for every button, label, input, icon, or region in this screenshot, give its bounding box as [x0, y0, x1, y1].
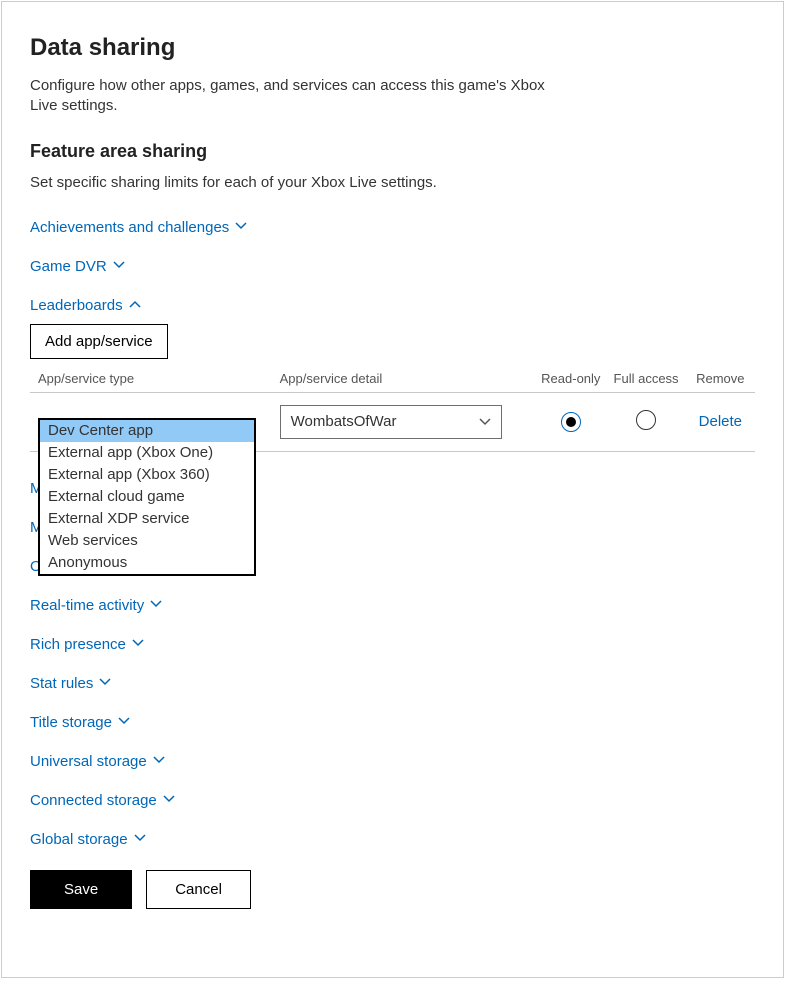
add-app-service-button[interactable]: Add app/service: [30, 324, 168, 359]
feature-universal-storage-label: Universal storage: [30, 753, 147, 770]
feature-title-storage-toggle[interactable]: Title storage: [30, 714, 128, 731]
chevron-down-icon: [132, 639, 142, 649]
leaderboards-expanded-panel: Add app/service App/service type App/ser…: [30, 324, 755, 452]
dropdown-option-dev-center[interactable]: Dev Center app: [40, 420, 254, 442]
chevron-down-icon: [118, 717, 128, 727]
feature-leaderboards-toggle[interactable]: Leaderboards: [30, 297, 139, 314]
feature-game-dvr-toggle[interactable]: Game DVR: [30, 258, 123, 275]
feature-connected-storage-label: Connected storage: [30, 792, 157, 809]
chevron-up-icon: [129, 300, 139, 310]
app-type-dropdown[interactable]: Dev Center app External app (Xbox One) E…: [38, 418, 256, 576]
feature-rich-presence-label: Rich presence: [30, 636, 126, 653]
dropdown-option-external-cloud-game[interactable]: External cloud game: [40, 486, 254, 508]
feature-global-storage-toggle[interactable]: Global storage: [30, 831, 144, 848]
feature-title-storage-label: Title storage: [30, 714, 112, 731]
header-full-access: Full access: [606, 371, 685, 386]
header-app-type: App/service type: [30, 371, 280, 386]
read-only-radio[interactable]: [561, 412, 581, 432]
page-title: Data sharing: [30, 34, 755, 62]
header-app-detail: App/service detail: [280, 371, 536, 386]
chevron-down-icon: [134, 834, 144, 844]
dropdown-option-anonymous[interactable]: Anonymous: [40, 552, 254, 574]
chevron-down-icon: [99, 678, 109, 688]
section-description: Set specific sharing limits for each of …: [30, 174, 755, 191]
dropdown-option-external-xbox-360[interactable]: External app (Xbox 360): [40, 464, 254, 486]
chevron-down-icon: [235, 222, 245, 232]
feature-real-time-activity-toggle[interactable]: Real-time activity: [30, 597, 160, 614]
chevron-down-icon: [153, 756, 163, 766]
chevron-down-icon: [113, 261, 123, 271]
chevron-down-icon: [163, 795, 173, 805]
save-button[interactable]: Save: [30, 870, 132, 909]
feature-game-dvr-label: Game DVR: [30, 258, 107, 275]
delete-link[interactable]: Delete: [699, 413, 742, 430]
table-header-row: App/service type App/service detail Read…: [30, 371, 755, 392]
feature-achievements-label: Achievements and challenges: [30, 219, 229, 236]
feature-stat-rules-toggle[interactable]: Stat rules: [30, 675, 109, 692]
data-sharing-panel: Data sharing Configure how other apps, g…: [1, 1, 784, 978]
page-description: Configure how other apps, games, and ser…: [30, 76, 550, 117]
feature-connected-storage-toggle[interactable]: Connected storage: [30, 792, 173, 809]
chevron-down-icon: [150, 600, 160, 610]
table-row: Dev Center app External app (Xbox One) E…: [30, 393, 755, 451]
section-title: Feature area sharing: [30, 141, 755, 162]
feature-leaderboards-label: Leaderboards: [30, 297, 123, 314]
dropdown-option-web-services[interactable]: Web services: [40, 530, 254, 552]
app-detail-value: WombatsOfWar: [291, 413, 397, 430]
feature-global-storage-label: Global storage: [30, 831, 128, 848]
dropdown-option-external-xbox-one[interactable]: External app (Xbox One): [40, 442, 254, 464]
cancel-button[interactable]: Cancel: [146, 870, 251, 909]
feature-real-time-activity-label: Real-time activity: [30, 597, 144, 614]
feature-universal-storage-toggle[interactable]: Universal storage: [30, 753, 163, 770]
form-buttons: Save Cancel: [30, 870, 755, 909]
feature-stat-rules-label: Stat rules: [30, 675, 93, 692]
dropdown-option-external-xdp-service[interactable]: External XDP service: [40, 508, 254, 530]
header-remove: Remove: [686, 371, 755, 386]
feature-rich-presence-toggle[interactable]: Rich presence: [30, 636, 142, 653]
header-read-only: Read-only: [535, 371, 606, 386]
feature-achievements-toggle[interactable]: Achievements and challenges: [30, 219, 245, 236]
chevron-down-icon: [479, 413, 491, 430]
full-access-radio[interactable]: [636, 410, 656, 430]
feature-area-list: Achievements and challenges Game DVR Lea…: [30, 219, 755, 848]
app-detail-select[interactable]: WombatsOfWar: [280, 405, 502, 439]
